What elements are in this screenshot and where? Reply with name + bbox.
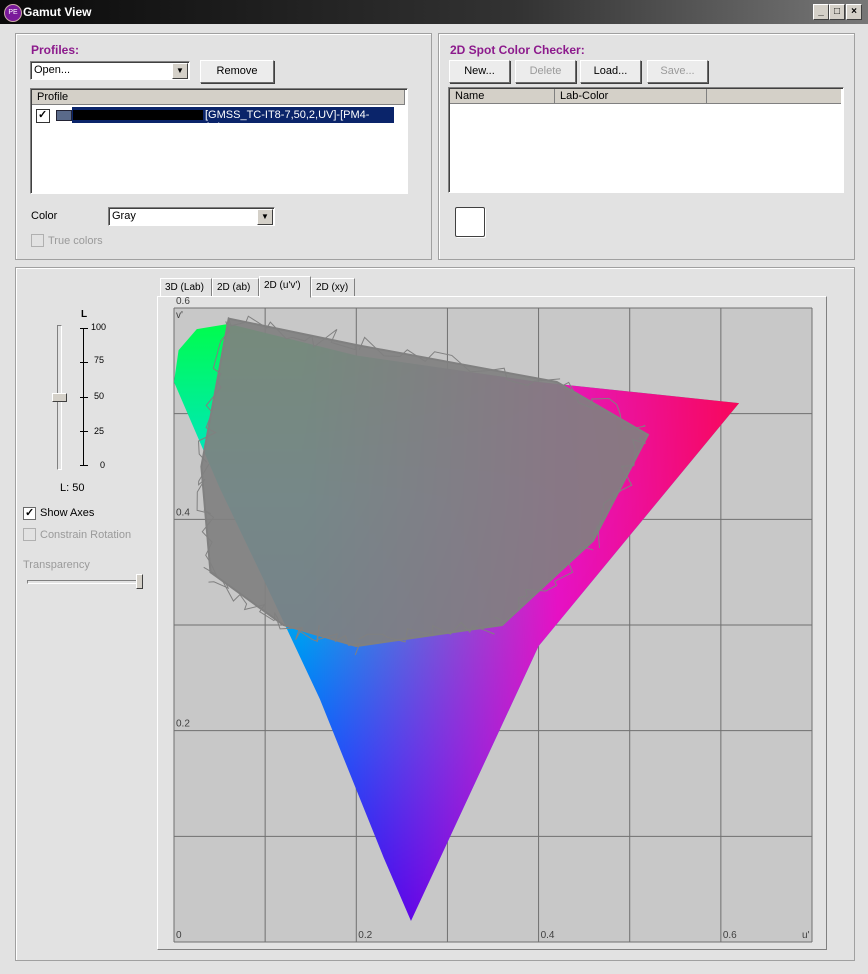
x-tick-label: 0.4 [541, 930, 555, 941]
profile-column-header[interactable]: Profile [32, 90, 405, 105]
uv-chart[interactable]: 0 0.2 0.4 0.6 0.2 0.4 0.6 u' v' [158, 297, 826, 949]
constrain-rotation-label: Constrain Rotation [40, 529, 132, 541]
tab-2d-ab[interactable]: 2D (ab) [212, 278, 259, 298]
color-label: Color [31, 210, 58, 222]
open-profile-combo[interactable]: Open... ▼ [30, 61, 190, 80]
x-tick-label: 0.2 [358, 930, 372, 941]
profile-row-checkbox[interactable]: ✓ [36, 109, 50, 123]
y-axis-label: v' [176, 310, 183, 321]
show-axes-label: Show Axes [40, 507, 95, 519]
l-tick-mark [80, 431, 88, 432]
new-button[interactable]: New... [449, 60, 510, 83]
app-icon: PE [4, 4, 22, 22]
empty-column-header [707, 89, 841, 104]
profile-list[interactable]: Profile ✓ [GMSS_TC-IT8-7,50,2,UV]-[PM4-1… [30, 88, 408, 194]
checkmark-icon: ✓ [25, 507, 35, 519]
spot-color-list[interactable]: Name Lab-Color [448, 87, 844, 193]
lab-color-column-header[interactable]: Lab-Color [555, 89, 707, 104]
maximize-icon[interactable]: □ [829, 4, 845, 20]
remove-button[interactable]: Remove [200, 60, 274, 83]
chevron-down-icon[interactable]: ▼ [172, 63, 188, 79]
redacted-text [73, 110, 203, 120]
l-slider-title: L [81, 309, 88, 320]
color-combo[interactable]: Gray ▼ [108, 207, 275, 226]
l-tick-75: 75 [94, 355, 105, 365]
true-colors-label: True colors [48, 235, 103, 247]
l-tick-100: 100 [91, 322, 107, 332]
transparency-label: Transparency [23, 559, 90, 571]
l-tick-50: 50 [94, 391, 105, 401]
name-column-header[interactable]: Name [450, 89, 555, 104]
close-icon[interactable]: × [846, 4, 862, 20]
table-row[interactable]: [GMSS_TC-IT8-7,50,2,UV]-[PM4-1_L... [72, 107, 394, 133]
l-value-label: L: 50 [60, 482, 85, 494]
chevron-down-icon[interactable]: ▼ [257, 209, 273, 225]
constrain-rotation-checkbox[interactable] [23, 528, 36, 541]
y-tick-label: 0.6 [176, 297, 190, 307]
title-bar: PE Gamut View _ □ × [0, 0, 868, 24]
y-tick-label: 0.2 [176, 719, 190, 730]
profiles-title: Profiles: [31, 43, 80, 57]
color-combo-value: Gray [112, 210, 136, 222]
show-axes-checkbox[interactable]: ✓ [23, 507, 36, 520]
l-tick-mark [80, 362, 88, 363]
spot-color-title: 2D Spot Color Checker: [450, 43, 585, 57]
tab-3d-lab[interactable]: 3D (Lab) [160, 278, 212, 298]
l-tick-mark [80, 465, 88, 466]
l-slider-handle[interactable] [52, 392, 67, 402]
x-tick-label: 0 [176, 930, 182, 941]
l-tick-0: 0 [100, 460, 106, 470]
x-axis-label: u' [802, 930, 810, 941]
profile-color-swatch [56, 110, 72, 121]
chart-frame: 0 0.2 0.4 0.6 0.2 0.4 0.6 u' v' [157, 296, 827, 950]
true-colors-checkbox[interactable] [31, 234, 44, 247]
transparency-slider-track[interactable] [27, 580, 143, 584]
tab-2d-xy[interactable]: 2D (xy) [311, 278, 355, 298]
tab-2d-u-v[interactable]: 2D (u'v') [259, 276, 311, 298]
load-button[interactable]: Load... [580, 60, 641, 83]
l-tick-mark [80, 328, 88, 329]
save-button[interactable]: Save... [647, 60, 708, 83]
minimize-icon[interactable]: _ [813, 4, 829, 20]
checkmark-icon: ✓ [38, 109, 48, 121]
l-tick-25: 25 [94, 426, 105, 436]
transparency-slider-handle[interactable] [136, 574, 143, 589]
x-tick-label: 0.6 [723, 930, 737, 941]
open-profile-value: Open... [34, 64, 71, 76]
l-tick-mark [80, 397, 88, 398]
y-tick-label: 0.4 [176, 507, 190, 518]
spot-color-swatch[interactable] [455, 207, 485, 237]
profile-row-label: [GMSS_TC-IT8-7,50,2,UV]-[PM4-1_L... [205, 109, 370, 133]
delete-button[interactable]: Delete [515, 60, 576, 83]
window-title: Gamut View [23, 5, 92, 19]
